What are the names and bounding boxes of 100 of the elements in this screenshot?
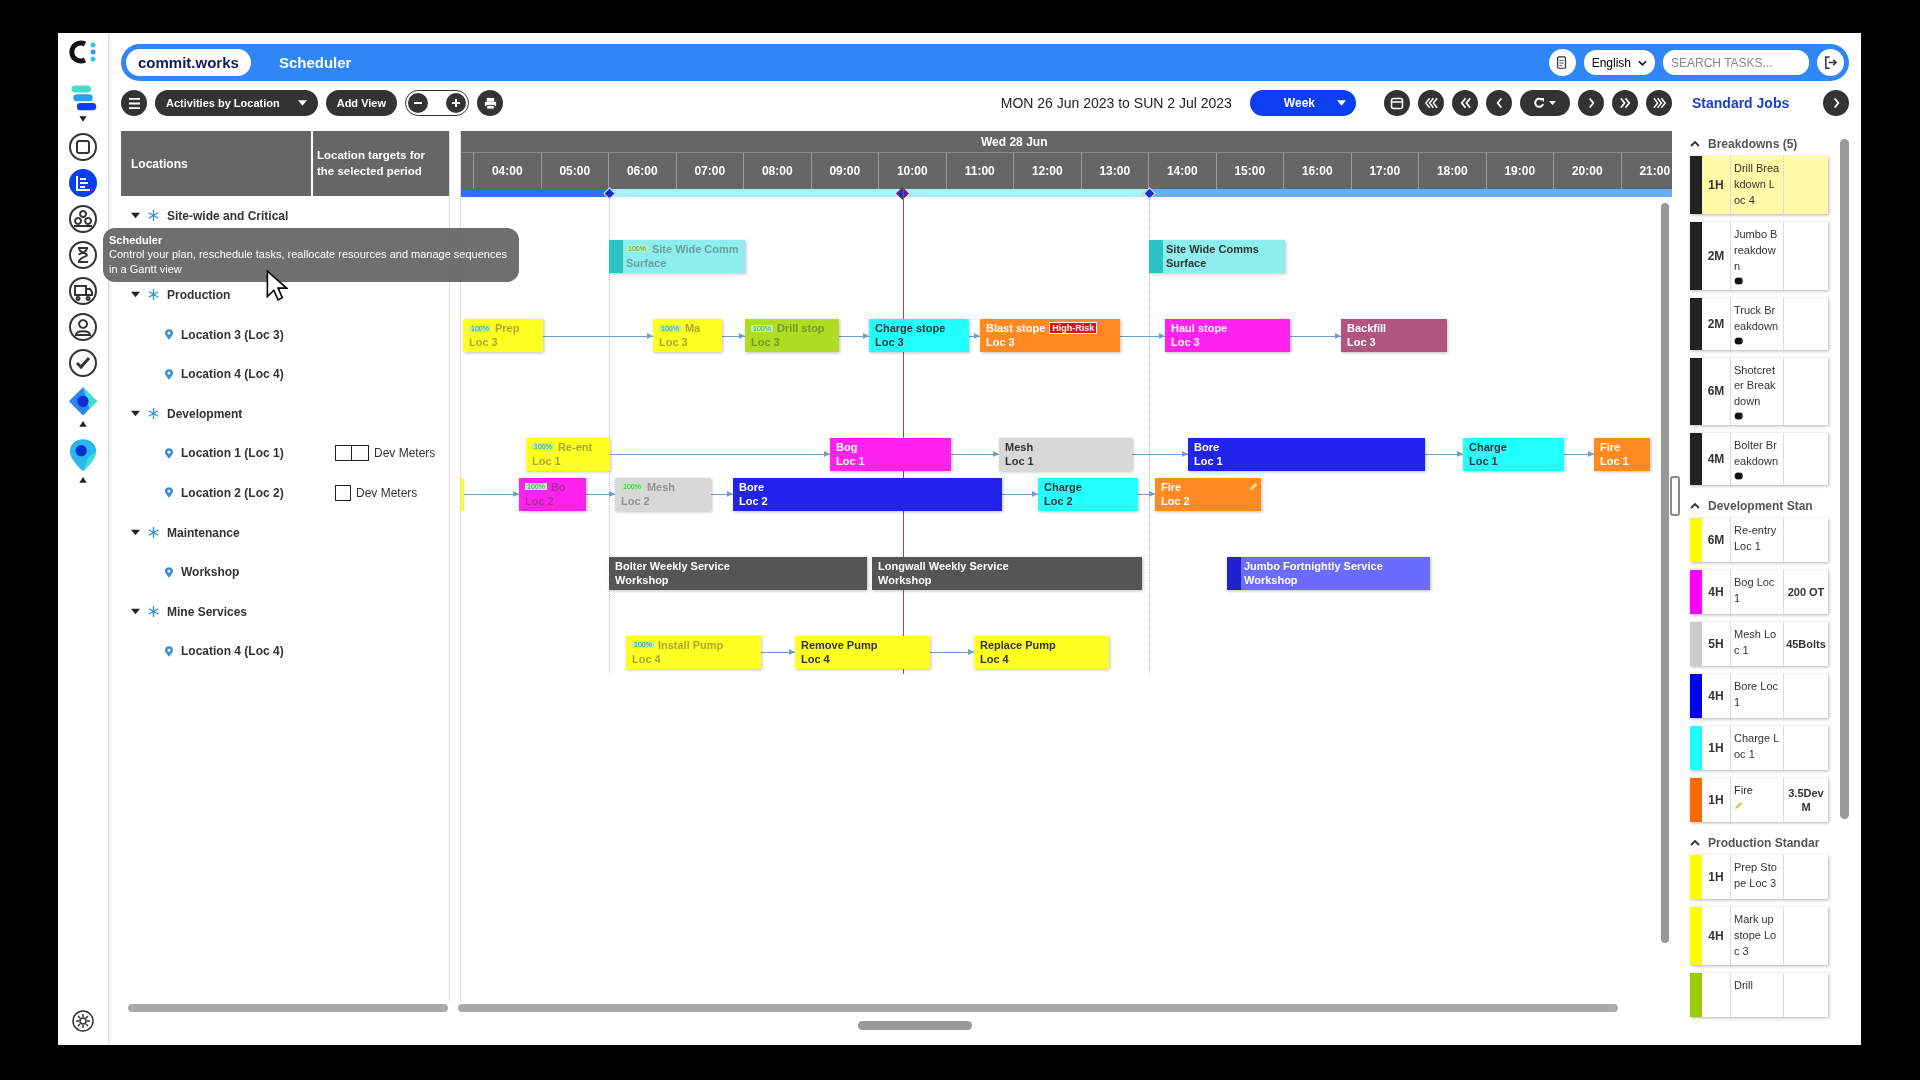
location-group[interactable]: Site-wide and Critical (167, 208, 289, 223)
location-group[interactable]: Mine Services (167, 604, 248, 619)
column-header: Locations (121, 131, 313, 196)
resize-handle[interactable] (1670, 476, 1680, 516)
group-title[interactable]: Breakdowns (5) (1708, 136, 1798, 151)
job-card[interactable]: 1H Drill Breakdown Loc 4 (1690, 156, 1828, 214)
caret-icon[interactable] (1690, 502, 1700, 510)
menu-icon[interactable] (121, 90, 147, 116)
job-card[interactable]: 2M Truck Breakdown (1690, 297, 1828, 350)
truck-nav-icon[interactable] (68, 276, 98, 306)
location-name[interactable]: Location 3 (Loc 3) (181, 327, 284, 342)
task-title: Prep (494, 322, 520, 335)
location-pin-icon (165, 645, 173, 657)
job-card[interactable]: 1H Fire 3.5DevM (1690, 778, 1828, 823)
job-card[interactable]: 4H Mark up stope Loc 3 (1690, 907, 1828, 965)
job-card[interactable]: 4M Bolter Breakdown (1690, 433, 1828, 486)
task-location: Loc 2 (739, 494, 769, 507)
task-bar[interactable]: Site Wide Comms Surface (1149, 239, 1285, 273)
task-bar[interactable]: Charge stope Loc 3 (869, 319, 969, 353)
user-nav-icon[interactable] (68, 312, 98, 342)
scrollbar[interactable] (1661, 203, 1669, 943)
hourglass-nav-icon[interactable] (68, 240, 98, 270)
caret-icon[interactable] (131, 211, 140, 221)
double-chevron-left-icon[interactable] (1452, 90, 1478, 116)
task-title: Haul stope (1171, 322, 1228, 335)
double-chevron-right-icon[interactable] (1612, 90, 1638, 116)
search-field[interactable]: SEARCH TASKS... (1663, 50, 1809, 75)
print-icon[interactable] (477, 90, 503, 116)
pin-nav-icon[interactable] (67, 436, 99, 486)
task-bar[interactable]: Replace Pump Loc 4 (974, 635, 1109, 669)
task-bar[interactable]: Bolter Weekly Service Workshop (609, 556, 867, 590)
scheduler-nav-icon[interactable] (68, 168, 98, 198)
caret-icon[interactable] (131, 528, 140, 538)
task-bar[interactable]: Blast stope High-Risk Loc 3 (980, 319, 1120, 353)
task-bar[interactable]: Bore Loc 2 (733, 477, 1002, 511)
location-group[interactable]: Production (167, 288, 231, 302)
task-location: Workshop (615, 573, 670, 586)
zoom-in-icon[interactable] (446, 93, 466, 113)
chevron-left-icon[interactable] (1486, 90, 1512, 116)
task-title: Remove Pump (801, 638, 878, 651)
column-header: Location targets for the selected period (313, 131, 449, 196)
task-location: Loc 3 (1347, 336, 1377, 349)
logout-icon[interactable] (1817, 49, 1844, 76)
brand-logo[interactable]: commit.works (126, 49, 251, 76)
period-dropdown[interactable]: Week (1249, 90, 1356, 116)
scrollbar[interactable] (128, 1004, 448, 1012)
location-group[interactable]: Development (167, 406, 243, 421)
people-nav-icon[interactable] (68, 204, 98, 234)
location-name[interactable]: Location 1 (Loc 1) (181, 446, 284, 461)
document-icon[interactable] (1548, 49, 1576, 76)
task-bar[interactable]: Charge Loc 2 (1038, 477, 1138, 511)
caret-icon[interactable] (131, 607, 140, 617)
refresh-dropdown-icon[interactable] (1520, 90, 1570, 116)
square-nav-icon[interactable] (68, 132, 98, 162)
zoom-out-icon[interactable] (408, 93, 428, 113)
task-bar[interactable]: Charge Loc 1 (1463, 437, 1564, 471)
job-duration: 1H (1702, 156, 1731, 214)
group-title[interactable]: Production Standar (1708, 835, 1820, 850)
task-title: Re-ent (557, 440, 593, 453)
chevron-right-icon[interactable] (1823, 90, 1849, 116)
location-name[interactable]: Workshop (181, 565, 240, 580)
job-card[interactable]: Drill (1690, 973, 1828, 1017)
settings-icon[interactable] (71, 1009, 95, 1033)
caret-icon[interactable] (131, 290, 140, 300)
task-bar[interactable]: Remove Pump Loc 4 (795, 635, 930, 669)
add-view-button[interactable]: Add View (325, 90, 397, 116)
check-nav-icon[interactable] (68, 348, 98, 378)
task-bar[interactable]: Longwall Weekly Service Workshop (872, 556, 1142, 590)
task-title: Bore (1194, 440, 1220, 453)
scroll-handle[interactable] (858, 1021, 972, 1030)
window-title: Scheduler (278, 54, 352, 71)
task-location: Loc 1 (1005, 454, 1035, 467)
caret-icon[interactable] (1690, 140, 1700, 147)
job-name: Bog Loc 1 (1734, 575, 1776, 607)
triple-chevron-right-icon[interactable] (1646, 90, 1672, 116)
job-duration: 6M (1702, 518, 1731, 563)
chevron-right-icon[interactable] (1578, 90, 1604, 116)
location-group[interactable]: Maintenance (167, 525, 240, 540)
view-dropdown[interactable]: Activities by Location (155, 90, 318, 116)
target-label: Dev Meters (374, 446, 436, 461)
task-bar[interactable]: Bore Loc 1 (1188, 437, 1425, 471)
caret-icon[interactable] (131, 409, 140, 419)
task-bar[interactable]: Jumbo Fortnightly Service Workshop (1227, 556, 1430, 590)
triple-chevron-left-icon[interactable] (1418, 90, 1444, 116)
asterisk-icon (148, 289, 159, 301)
task-title: Site Wide Comm (651, 242, 739, 255)
calendar-icon[interactable] (1384, 90, 1410, 116)
caret-icon[interactable] (1690, 839, 1700, 847)
language-select[interactable]: English (1583, 50, 1655, 75)
location-name[interactable]: Location 4 (Loc 4) (181, 644, 284, 659)
scrollbar[interactable] (458, 1004, 1618, 1012)
task-bar[interactable]: Mesh Loc 1 (999, 437, 1132, 471)
scrollbar[interactable] (1840, 139, 1849, 819)
task-location: Loc 2 (1161, 494, 1191, 507)
task-bar[interactable]: Backfill Loc 3 (1341, 319, 1447, 353)
task-location: Loc 1 (1194, 454, 1224, 467)
location-pin-icon (165, 566, 173, 578)
location-name[interactable]: Location 2 (Loc 2) (181, 485, 284, 500)
group-title[interactable]: Development Stan (1708, 498, 1813, 513)
location-name[interactable]: Location 4 (Loc 4) (181, 367, 284, 382)
